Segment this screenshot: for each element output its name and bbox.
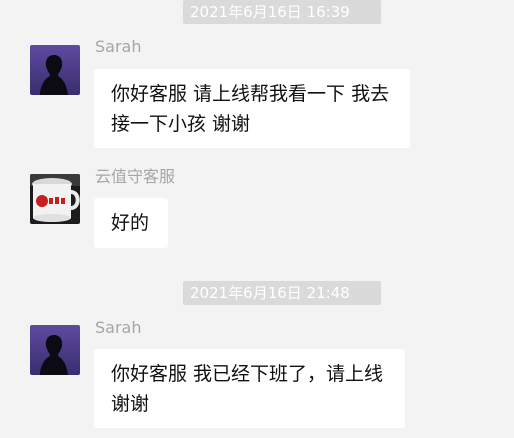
support-avatar-icon[interactable] <box>30 174 80 224</box>
chat-history: 2021年6月16日 16:39 Sarah 你好客服 请上线帮我看一下 我去接… <box>0 0 514 438</box>
sarah-avatar-icon[interactable] <box>30 45 80 95</box>
message-bubble[interactable]: 好的 <box>94 198 168 248</box>
sender-name: Sarah <box>95 318 142 337</box>
timestamp: 2021年6月16日 21:48 <box>183 281 381 305</box>
sender-name: Sarah <box>95 37 142 56</box>
message-bubble[interactable]: 你好客服 请上线帮我看一下 我去接一下小孩 谢谢 <box>94 69 410 148</box>
timestamp: 2021年6月16日 16:39 <box>183 0 381 24</box>
message-bubble[interactable]: 你好客服 我已经下班了，请上线 谢谢 <box>94 349 405 428</box>
sarah-avatar-icon[interactable] <box>30 325 80 375</box>
sender-name: 云值守客服 <box>95 167 176 186</box>
